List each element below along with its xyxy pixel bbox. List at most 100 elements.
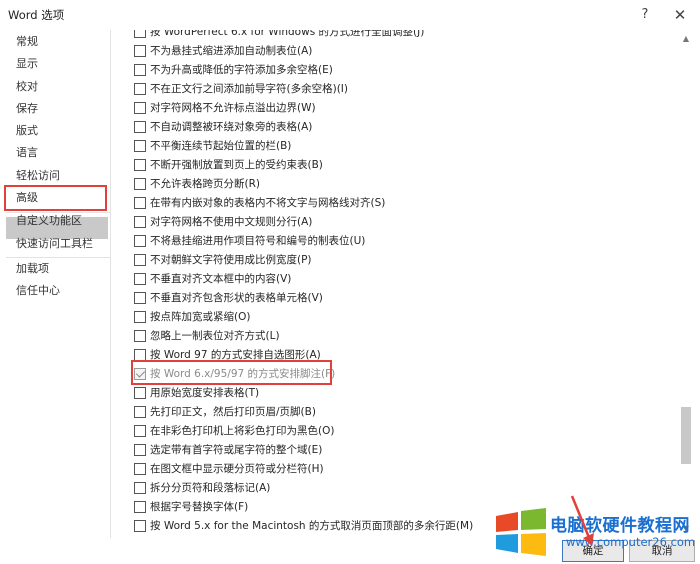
sidebar-nav: 常规 显示 校对 保存 版式 语言 轻松访问 高级 自定义功能区 快速访问工具栏…: [2, 30, 111, 538]
option-label: 在非彩色打印机上将彩色打印为黑色(O): [150, 425, 335, 437]
watermark: 电脑软硬件教程网 www.computer26.com: [494, 508, 698, 558]
checkbox[interactable]: [134, 291, 146, 304]
option-label: 选定带有首字符或尾字符的整个域(E): [150, 444, 323, 456]
checkbox[interactable]: [134, 196, 146, 209]
checkbox[interactable]: [134, 386, 146, 399]
checkbox[interactable]: [134, 329, 146, 342]
windows-logo-icon: [496, 508, 546, 556]
checkbox[interactable]: [134, 63, 146, 76]
nav-item-language[interactable]: 语言: [16, 143, 38, 163]
option-label: 不将悬挂缩进用作项目符号和编号的制表位(U): [150, 235, 366, 247]
checkbox[interactable]: [134, 500, 146, 513]
nav-item-trust-center[interactable]: 信任中心: [16, 281, 60, 301]
option-row[interactable]: 不垂直对齐包含形状的表格单元格(V): [134, 288, 323, 307]
option-label: 不自动调整被环绕对象旁的表格(A): [150, 121, 313, 133]
watermark-site-name: 电脑软硬件教程网: [550, 516, 690, 536]
option-label: 不为悬挂式缩进添加自动制表位(A): [150, 45, 313, 57]
option-label: 不垂直对齐包含形状的表格单元格(V): [150, 292, 323, 304]
option-label: 按点阵加宽或紧缩(O): [150, 311, 251, 323]
highlight-box-advanced: [4, 185, 107, 211]
option-label: 对字符网格不允许标点溢出边界(W): [150, 102, 316, 114]
option-row[interactable]: 拆分分页符和段落标记(A): [134, 478, 270, 497]
option-row[interactable]: 对字符网格不允许标点溢出边界(W): [134, 98, 316, 117]
option-row[interactable]: 根据字号替换字体(F): [134, 497, 248, 516]
checkbox[interactable]: [134, 443, 146, 456]
option-row[interactable]: 按 WordPerfect 6.x for Windows 的方式进行全面调整(…: [134, 30, 424, 41]
nav-item-customize-ribbon[interactable]: 自定义功能区: [16, 211, 82, 231]
scroll-up-icon[interactable]: ▲: [678, 32, 694, 46]
option-label: 不断开强制放置到页上的受约束表(B): [150, 159, 323, 171]
option-row[interactable]: 不自动调整被环绕对象旁的表格(A): [134, 117, 312, 136]
checkbox[interactable]: [134, 424, 146, 437]
checkbox[interactable]: [134, 405, 146, 418]
checkbox[interactable]: [134, 158, 146, 171]
highlight-box-footnote-option: [131, 360, 332, 385]
option-label: 按 WordPerfect 6.x for Windows 的方式进行全面调整(…: [150, 30, 425, 38]
checkbox[interactable]: [134, 272, 146, 285]
option-row[interactable]: 不为升高或降低的字符添加多余空格(E): [134, 60, 333, 79]
option-label: 不垂直对齐文本框中的内容(V): [150, 273, 292, 285]
option-row[interactable]: 不在正文行之间添加前导字符(多余空格)(I): [134, 79, 348, 98]
option-row[interactable]: 不断开强制放置到页上的受约束表(B): [134, 155, 323, 174]
option-row[interactable]: 不平衡连续节起始位置的栏(B): [134, 136, 291, 155]
checkbox[interactable]: [134, 519, 146, 532]
option-label: 不允许表格跨页分断(R): [150, 178, 260, 190]
option-row[interactable]: 不对朝鲜文字符使用成比例宽度(P): [134, 250, 312, 269]
checkbox[interactable]: [134, 481, 146, 494]
option-label: 在带有内嵌对象的表格内不将文字与网格线对齐(S): [150, 197, 386, 209]
option-label: 先打印正文，然后打印页眉/页脚(B): [150, 406, 316, 418]
option-row[interactable]: 在带有内嵌对象的表格内不将文字与网格线对齐(S): [134, 193, 385, 212]
checkbox[interactable]: [134, 348, 146, 361]
option-row[interactable]: 在图文框中显示硬分页符或分栏符(H): [134, 459, 324, 478]
nav-item-general[interactable]: 常规: [16, 32, 38, 52]
option-row[interactable]: 按 Word 5.x for the Macintosh 的方式取消页面顶部的多…: [134, 516, 473, 535]
nav-item-display[interactable]: 显示: [16, 54, 38, 74]
checkbox[interactable]: [134, 234, 146, 247]
option-row[interactable]: 按点阵加宽或紧缩(O): [134, 307, 250, 326]
option-row[interactable]: 在非彩色打印机上将彩色打印为黑色(O): [134, 421, 334, 440]
checkbox[interactable]: [134, 82, 146, 95]
option-label: 不在正文行之间添加前导字符(多余空格)(I): [150, 83, 348, 95]
option-row[interactable]: 不为悬挂式缩进添加自动制表位(A): [134, 41, 312, 60]
option-row[interactable]: 不将悬挂缩进用作项目符号和编号的制表位(U): [134, 231, 365, 250]
option-label: 拆分分页符和段落标记(A): [150, 482, 271, 494]
option-row[interactable]: 选定带有首字符或尾字符的整个域(E): [134, 440, 322, 459]
option-row[interactable]: 不垂直对齐文本框中的内容(V): [134, 269, 291, 288]
checkbox[interactable]: [134, 310, 146, 323]
option-label: 按 Word 5.x for the Macintosh 的方式取消页面顶部的多…: [150, 520, 474, 532]
option-label: 不为升高或降低的字符添加多余空格(E): [150, 64, 333, 76]
nav-item-quick-access-toolbar[interactable]: 快速访问工具栏: [16, 234, 93, 254]
nav-item-save[interactable]: 保存: [16, 99, 38, 119]
window-title: Word 选项: [8, 8, 65, 22]
vertical-scrollbar[interactable]: ▲ ▼: [678, 30, 694, 538]
option-row[interactable]: 对字符网格不使用中文规则分行(A): [134, 212, 312, 231]
option-label: 对字符网格不使用中文规则分行(A): [150, 216, 313, 228]
close-icon[interactable]: ✕: [669, 4, 691, 26]
checkbox[interactable]: [134, 30, 146, 38]
option-row[interactable]: 用原始宽度安排表格(T): [134, 383, 259, 402]
watermark-url: www.computer26.com: [566, 535, 696, 549]
checkbox[interactable]: [134, 177, 146, 190]
option-label: 在图文框中显示硬分页符或分栏符(H): [150, 463, 324, 475]
option-label: 不对朝鲜文字符使用成比例宽度(P): [150, 254, 312, 266]
nav-divider: [6, 257, 110, 258]
checkbox[interactable]: [134, 215, 146, 228]
checkbox[interactable]: [134, 139, 146, 152]
option-label: 根据字号替换字体(F): [150, 501, 249, 513]
nav-item-addins[interactable]: 加载项: [16, 259, 49, 279]
nav-item-accessibility[interactable]: 轻松访问: [16, 166, 60, 186]
checkbox[interactable]: [134, 253, 146, 266]
option-row[interactable]: 不允许表格跨页分断(R): [134, 174, 260, 193]
scroll-thumb[interactable]: [681, 407, 691, 464]
option-row[interactable]: 先打印正文，然后打印页眉/页脚(B): [134, 402, 316, 421]
option-label: 用原始宽度安排表格(T): [150, 387, 260, 399]
checkbox[interactable]: [134, 462, 146, 475]
nav-item-layout[interactable]: 版式: [16, 121, 38, 141]
nav-item-proofing[interactable]: 校对: [16, 77, 38, 97]
checkbox[interactable]: [134, 101, 146, 114]
help-icon[interactable]: ?: [634, 4, 656, 26]
option-row[interactable]: 忽略上一制表位对齐方式(L): [134, 326, 280, 345]
options-panel: 按 WordPerfect 6.x for Windows 的方式进行全面调整(…: [112, 30, 694, 538]
checkbox[interactable]: [134, 120, 146, 133]
checkbox[interactable]: [134, 44, 146, 57]
